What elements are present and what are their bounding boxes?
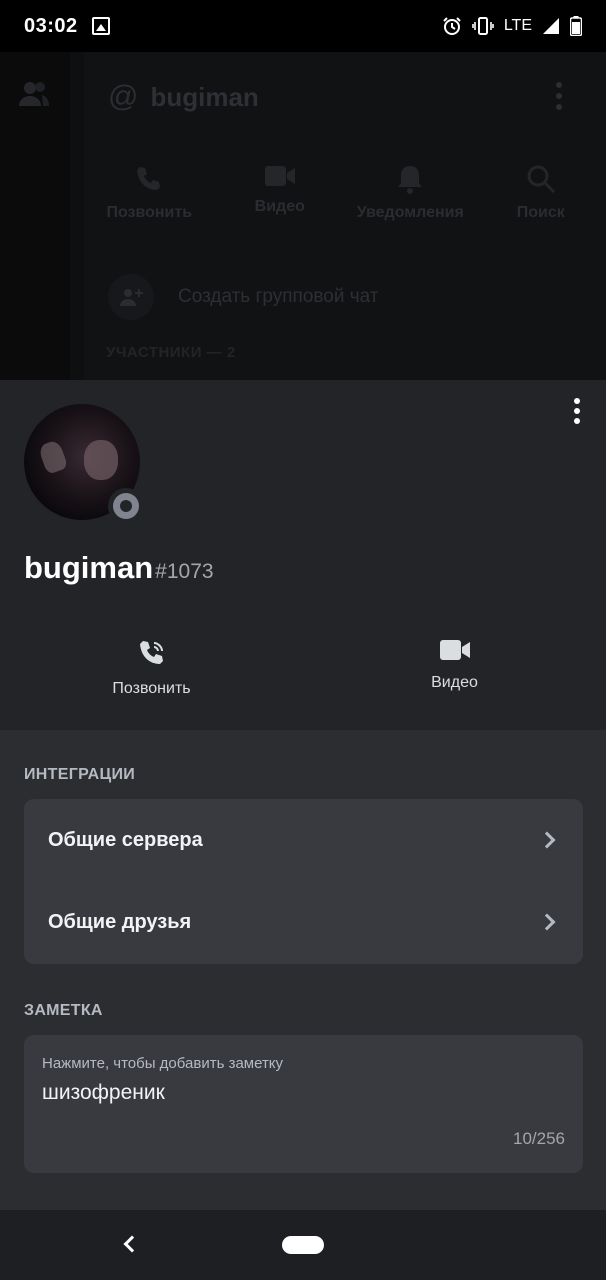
clock: 03:02 [24,14,78,37]
background-search-action: Поиск [476,164,606,222]
image-notification-icon [91,17,110,35]
note-char-counter: 10/256 [513,1129,565,1148]
video-camera-icon [439,640,470,660]
chevron-right-icon [538,831,556,849]
mutual-servers-label: Общие сервера [48,828,203,851]
friends-icon [18,80,50,113]
status-bar: 03:02 LTE [0,0,606,52]
note-header: ЗАМЕТКА [24,1002,103,1019]
background-create-group-label: Создать групповой чат [178,286,379,307]
username: bugiman [24,550,154,585]
background-more-icon [556,82,562,110]
add-user-icon [108,274,154,320]
profile-username: bugiman #1073 [24,550,214,586]
video-label: Видео [431,674,478,691]
background-channel-name: bugiman [150,81,259,112]
vibrate-icon [472,16,494,36]
background-search-label: Поиск [516,204,565,221]
status-icons: LTE [442,16,582,36]
integrations-card: Общие сервера Общие друзья [24,799,583,964]
note-hint: Нажмите, чтобы добавить заметку [42,1055,284,1072]
profile-actions: Позвонить Видео [0,638,606,698]
background-video-label: Видео [254,198,305,215]
call-label: Позвонить [112,680,191,697]
note-field[interactable]: Нажмите, чтобы добавить заметку шизофрен… [24,1035,583,1173]
alarm-icon [442,16,462,36]
back-icon[interactable] [123,1235,141,1253]
background-actions: Позвонить Видео Уведомления Поиск [84,164,606,222]
background-sidebar [0,52,70,380]
chevron-right-icon [538,913,556,931]
background-call-label: Позвонить [106,204,193,221]
background-notifications-action: Уведомления [345,164,476,222]
network-type: LTE [503,17,532,34]
video-camera-icon [264,166,295,186]
discriminator: #1073 [155,560,214,583]
video-button[interactable]: Видео [303,638,606,698]
call-button[interactable]: Позвонить [0,638,303,698]
profile-header: bugiman #1073 Позвонить Видео [0,380,606,730]
search-icon [527,165,555,194]
background-members-header: УЧАСТНИКИ — 2 [106,344,236,361]
battery-icon [570,16,582,36]
mutual-friends-row[interactable]: Общие друзья [24,881,583,963]
bell-icon [398,166,423,194]
system-nav-bar [0,1210,606,1280]
mutual-servers-row[interactable]: Общие сервера [24,799,583,881]
background-call-action: Позвонить [84,164,215,222]
background-channel-title: @ bugiman [108,80,259,114]
background-channel: @ bugiman Позвонить Видео Уведомления По… [84,52,606,380]
at-sign-icon: @ [108,80,139,113]
background-notifications-label: Уведомления [356,204,464,221]
phone-call-icon [139,641,163,664]
note-text[interactable]: шизофреник [42,1081,165,1105]
background-create-group: Создать групповой чат [108,274,379,320]
offline-status-icon [108,488,144,524]
more-options-icon[interactable] [574,398,580,424]
background-video-action: Видео [215,164,346,222]
home-pill[interactable] [282,1236,324,1254]
mutual-friends-label: Общие друзья [48,910,192,933]
user-profile-sheet: bugiman #1073 Позвонить Видео ИНТЕГРАЦИИ… [0,380,606,1210]
integrations-header: ИНТЕГРАЦИИ [24,766,136,783]
background-dm-screen: @ bugiman Позвонить Видео Уведомления По… [0,52,606,380]
phone-call-icon [137,167,161,190]
signal-icon [542,17,560,35]
